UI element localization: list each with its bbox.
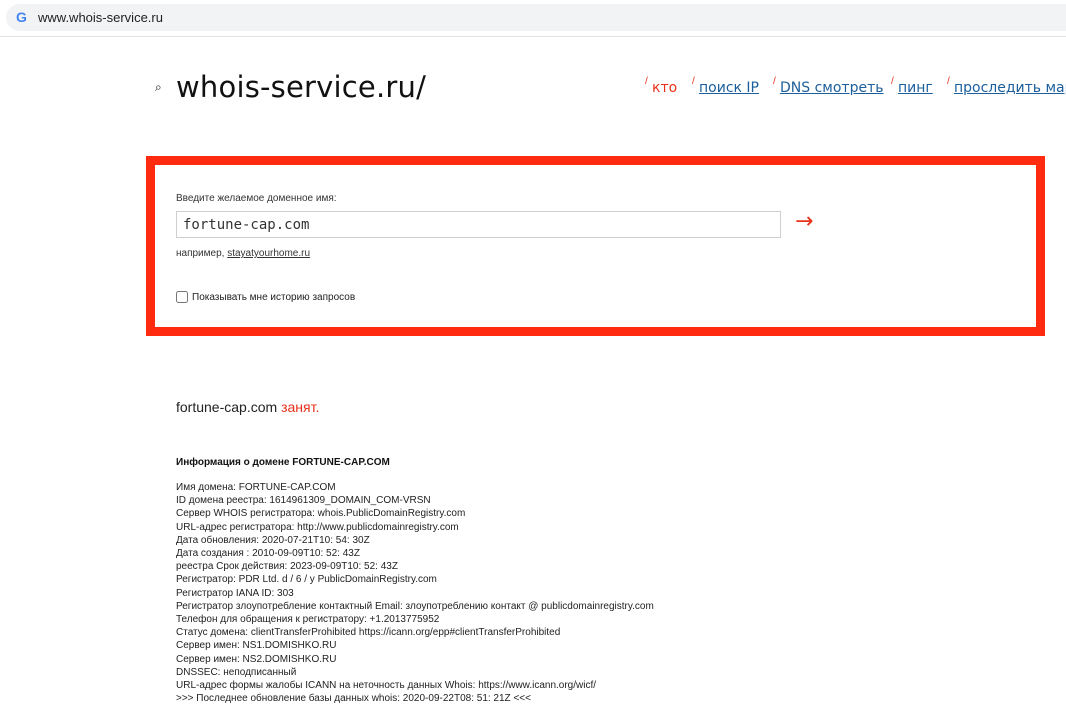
info-line: реестра Срок действия: 2023-09-09T10: 52… <box>176 561 398 573</box>
url-text[interactable]: www.whois-service.ru <box>38 10 163 25</box>
browser-address-bar: G www.whois-service.ru <box>0 0 1066 37</box>
info-line: Сервер имен: NS2.DOMISHKO.RU <box>176 653 337 665</box>
history-option[interactable]: Показывать мне историю запросов <box>176 291 355 303</box>
domain-info-title: Информация о домене FORTUNE-CAP.COM <box>176 457 390 468</box>
domain-input[interactable] <box>176 211 781 238</box>
info-line: Статус домена: clientTransferProhibited … <box>176 627 561 639</box>
info-line: DNSSEC: неподписанный <box>176 666 297 678</box>
history-checkbox[interactable] <box>176 291 188 303</box>
submit-arrow-button[interactable]: → <box>795 209 813 234</box>
nav-item-ip-search[interactable]: поиск IP <box>699 80 759 96</box>
info-line: Регистратор злоупотребление контактный E… <box>176 600 654 612</box>
nav-tick-icon: / <box>692 76 695 87</box>
info-line: URL-адрес регистратора: http://www.publi… <box>176 521 459 533</box>
nav-tick-icon: / <box>645 76 648 87</box>
nav-item-who[interactable]: кто <box>652 80 677 96</box>
example-link[interactable]: stayatyourhome.ru <box>227 248 310 259</box>
nav-item-traceroute[interactable]: проследить мар <box>954 80 1066 96</box>
nav-tick-icon: / <box>891 76 894 87</box>
domain-search-form: Введите желаемое доменное имя: → наприме… <box>146 156 1045 336</box>
result-domain: fortune-cap.com <box>176 399 278 415</box>
history-label: Показывать мне историю запросов <box>192 291 356 303</box>
info-line: Дата обновления: 2020-07-21T10: 54: 30Z <box>176 534 370 546</box>
info-line: ID домена реестра: 1614961309_DOMAIN_COM… <box>176 495 431 507</box>
nav-tick-icon: / <box>947 76 950 87</box>
info-line: Регистратор: PDR Ltd. d / 6 / y PublicDo… <box>176 574 437 586</box>
result-status-text: занят. <box>281 399 320 415</box>
magnifier-icon: ⌕ <box>155 80 162 94</box>
nav-item-ping[interactable]: пинг <box>898 80 933 96</box>
google-icon: G <box>16 9 27 25</box>
nav-tick-icon: / <box>773 76 776 87</box>
domain-info-list: Имя домена: FORTUNE-CAP.COM ID домена ре… <box>176 481 654 705</box>
domain-input-label: Введите желаемое доменное имя: <box>176 193 337 204</box>
result-status: fortune-cap.com занят. <box>176 399 319 415</box>
info-line: Дата создания : 2010-09-09T10: 52: 43Z <box>176 548 360 560</box>
site-logo[interactable]: whois-service.ru/ <box>176 70 426 104</box>
example-prefix: например, <box>176 248 225 259</box>
info-line: URL-адрес формы жалобы ICANN на неточнос… <box>176 680 597 692</box>
example-hint: например, stayatyourhome.ru <box>176 248 310 259</box>
nav-item-dns[interactable]: DNS смотреть <box>780 80 883 96</box>
info-line: Имя домена: FORTUNE-CAP.COM <box>176 482 336 493</box>
omnibox[interactable]: G www.whois-service.ru <box>6 4 1066 31</box>
info-line: Регистратор IANA ID: 303 <box>176 587 294 599</box>
info-line: Телефон для обращения к регистратору: +1… <box>176 614 440 626</box>
info-line: >>> Последнее обновление базы данных who… <box>176 693 531 705</box>
info-line: Сервер WHOIS регистратора: whois.PublicD… <box>176 508 466 520</box>
info-line: Сервер имен: NS1.DOMISHKO.RU <box>176 640 337 652</box>
